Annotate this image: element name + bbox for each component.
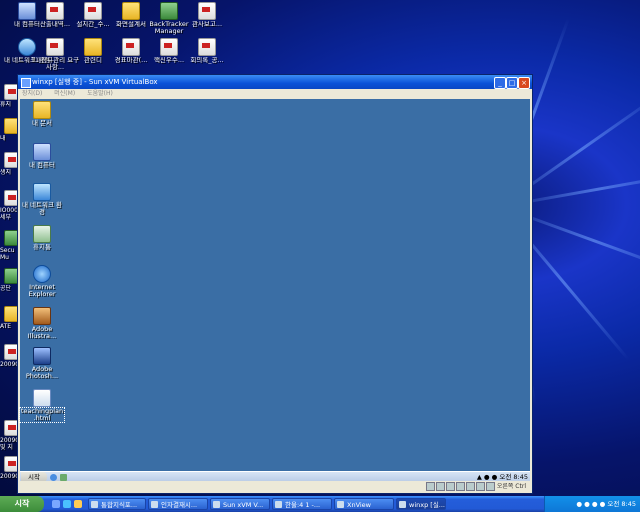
menu-machine[interactable]: 머신(M)	[54, 90, 75, 97]
guest-icon-illustrator[interactable]: Adobe Illustra...	[20, 307, 64, 340]
guest-icon-photoshop[interactable]: Adobe Photosh...	[20, 347, 64, 380]
guest-icon-network[interactable]: 내 네트워크 환경	[20, 183, 64, 216]
document-icon	[46, 38, 64, 56]
trash-icon	[33, 225, 51, 243]
document-icon	[84, 2, 102, 20]
status-icons: 오른쪽 Ctrl	[425, 482, 526, 491]
ie-quicklaunch-icon[interactable]	[50, 474, 57, 481]
guest-icon-recycle-bin[interactable]: 휴지통	[20, 225, 64, 251]
system-tray: ● ● ● ● 오전 8:45	[544, 496, 640, 512]
guest-clock: 오전 8:45	[499, 473, 528, 481]
ie-quicklaunch-icon[interactable]	[63, 500, 71, 508]
virtualbox-icon	[21, 78, 31, 88]
vbox-statusbar: 오른쪽 Ctrl	[20, 481, 530, 491]
desktop-quicklaunch-icon[interactable]	[60, 474, 67, 481]
folder-icon	[84, 38, 102, 56]
close-button[interactable]: ×	[518, 77, 530, 89]
host-taskbar: 시작 통합지식포... 인자결재시... Sun xVM V... 한울:4 1…	[0, 496, 640, 512]
shared-folder-icon[interactable]	[475, 482, 485, 491]
ie-icon	[33, 265, 51, 283]
virtualbox-window[interactable]: winxp [실행 중] - Sun xVM VirtualBox _ □ × …	[17, 74, 533, 494]
taskbar-button[interactable]: Sun xVM V...	[210, 498, 270, 510]
floppy-icon[interactable]	[445, 482, 455, 491]
mouse-integration-icon[interactable]	[485, 482, 495, 491]
menu-devices[interactable]: 장치(D)	[22, 90, 42, 97]
document-icon	[46, 2, 64, 20]
hdd-icon[interactable]	[425, 482, 435, 491]
folder-icon	[122, 2, 140, 20]
taskbar-button[interactable]: 통합지식포...	[88, 498, 146, 510]
desktop-icon[interactable]: 회의록_공...	[180, 38, 234, 64]
document-icon	[198, 2, 216, 20]
illustrator-icon	[33, 307, 51, 325]
guest-desktop[interactable]: 내 문서 내 컴퓨터 내 네트워크 환경 휴지통 Internet Explor…	[19, 99, 530, 481]
clock: 오전 8:45	[607, 500, 636, 508]
window-title: winxp [실행 중] - Sun xVM VirtualBox	[32, 78, 158, 86]
guest-icon-teachingplan[interactable]: teachingplan .html	[19, 389, 65, 423]
document-icon	[160, 38, 178, 56]
taskbar-button[interactable]: 한울:4 1 -...	[272, 498, 332, 510]
taskbar-button[interactable]: XnView	[334, 498, 394, 510]
guest-icon-my-documents[interactable]: 내 문서	[20, 101, 64, 127]
photoshop-icon	[33, 347, 51, 365]
network-adapter-icon[interactable]	[455, 482, 465, 491]
app-icon	[160, 2, 178, 20]
minimize-button[interactable]: _	[494, 77, 506, 89]
html-icon	[33, 389, 51, 407]
document-icon	[198, 38, 216, 56]
desktop-icon[interactable]: 관사보고...	[180, 2, 234, 28]
tray-icons: ▲ ● ●	[476, 473, 500, 481]
taskbar-button[interactable]: 인자결재시...	[148, 498, 208, 510]
document-icon	[122, 38, 140, 56]
network-icon	[33, 183, 51, 201]
start-button[interactable]: 시작	[0, 496, 44, 512]
menu-help[interactable]: 도움말(H)	[87, 90, 113, 97]
tray-icons: ● ● ● ●	[576, 500, 608, 508]
window-titlebar[interactable]: winxp [실행 중] - Sun xVM VirtualBox _ □ ×	[18, 75, 532, 89]
computer-icon	[33, 143, 51, 161]
cd-icon[interactable]	[435, 482, 445, 491]
usb-icon[interactable]	[465, 482, 475, 491]
maximize-button[interactable]: □	[506, 77, 518, 89]
quicklaunch-icon[interactable]	[74, 500, 82, 508]
menu-bar: 장치(D) 머신(M) 도움말(H)	[18, 89, 532, 99]
host-key-label: 오른쪽 Ctrl	[496, 483, 526, 490]
guest-icon-my-computer[interactable]: 내 컴퓨터	[20, 143, 64, 169]
guest-icon-internet-explorer[interactable]: Internet Explorer	[20, 265, 64, 298]
quicklaunch-icon[interactable]	[52, 500, 60, 508]
taskbar-button-active[interactable]: winxp [실...	[396, 498, 446, 510]
folder-icon	[33, 101, 51, 119]
